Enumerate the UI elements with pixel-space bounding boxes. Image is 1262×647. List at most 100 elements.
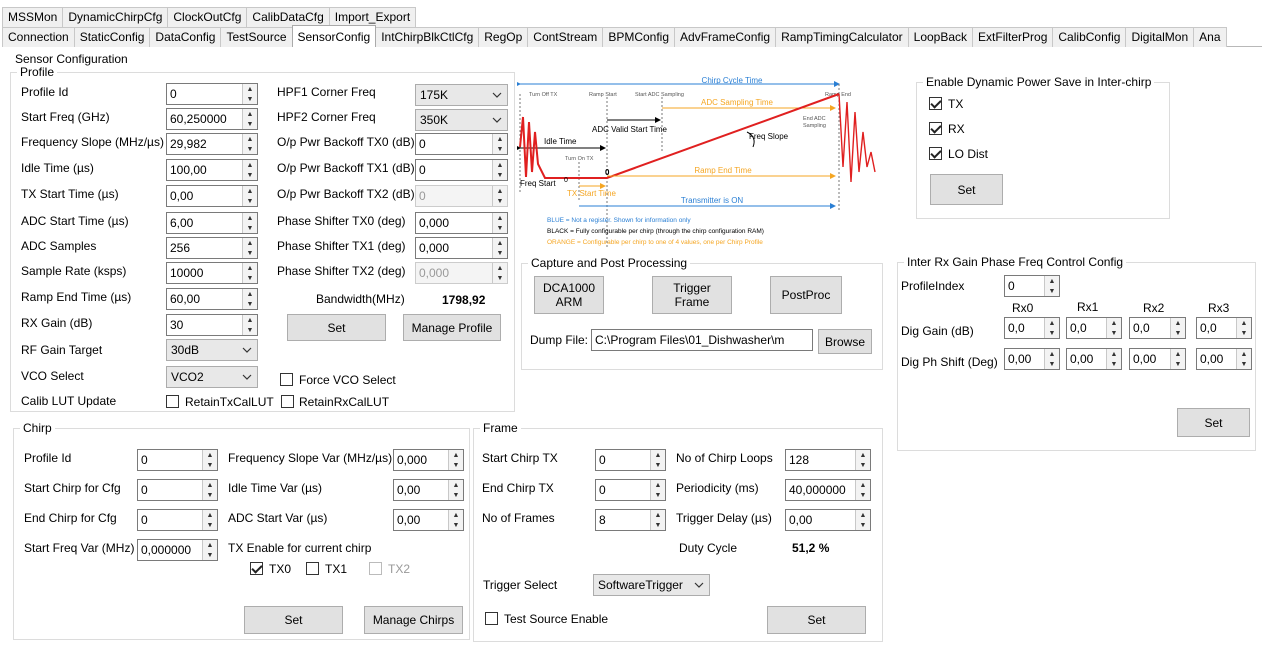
tx1-backoff-label: O/p Pwr Backoff TX1 (dB) bbox=[277, 161, 415, 175]
chirp-tx2-checkbox bbox=[369, 562, 382, 575]
dig-gain-rx3-spinner[interactable]: 0,0 ▲ ▼ bbox=[1196, 317, 1252, 339]
num-frames-spinner[interactable]: 8 ▲ ▼ bbox=[595, 509, 666, 531]
diagram-ramp-start: Ramp Start bbox=[589, 92, 617, 98]
profile-id-spinner[interactable]: 0 ▲ ▼ bbox=[166, 83, 258, 105]
retain-rx-checkbox[interactable] bbox=[281, 395, 294, 408]
adc-samples-spinner[interactable]: 256 ▲ ▼ bbox=[166, 237, 258, 259]
tab-staticconfig[interactable]: StaticConfig bbox=[73, 27, 151, 47]
tx-start-spinner[interactable]: 0,00 ▲ ▼ bbox=[166, 185, 258, 207]
start-freq-var-spinner[interactable]: 0,000000 ▲ ▼ bbox=[137, 539, 218, 561]
manage-chirps-button[interactable]: Manage Chirps bbox=[364, 606, 463, 634]
diagram-tx-start-time: TX Start Time bbox=[567, 189, 616, 198]
tx0-backoff-spinner[interactable]: 0 ▲ ▼ bbox=[415, 133, 508, 155]
postproc-button[interactable]: PostProc bbox=[770, 276, 842, 314]
trigger-frame-button[interactable]: Trigger Frame bbox=[652, 276, 732, 314]
tab-testsource[interactable]: TestSource bbox=[220, 27, 293, 47]
tab-advframeconfig[interactable]: AdvFrameConfig bbox=[674, 27, 777, 47]
slope-var-spinner[interactable]: 0,000 ▲ ▼ bbox=[393, 449, 464, 471]
dump-file-input[interactable]: C:\Program Files\01_Dishwasher\m bbox=[591, 329, 813, 351]
end-chirp-tx-spinner[interactable]: 0 ▲ ▼ bbox=[595, 479, 666, 501]
dig-ph-rx3-spinner[interactable]: 0,00 ▲ ▼ bbox=[1196, 348, 1252, 370]
tx1-backoff-spinner[interactable]: 0 ▲ ▼ bbox=[415, 159, 508, 181]
tab-extfilterprog[interactable]: ExtFilterProg bbox=[972, 27, 1054, 47]
diagram-start-adc: Start ADC Sampling bbox=[635, 92, 684, 98]
rf-gain-select[interactable]: 30dB bbox=[166, 339, 258, 361]
dig-ph-rx1-spinner[interactable]: 0,00 ▲ ▼ bbox=[1066, 348, 1122, 370]
start-chirp-tx-label: Start Chirp TX bbox=[482, 451, 558, 465]
tab-digitalmon[interactable]: DigitalMon bbox=[1125, 27, 1195, 47]
start-chirp-tx-spinner[interactable]: 0 ▲ ▼ bbox=[595, 449, 666, 471]
chirp-timing-diagram: Chirp Cycle Time Turn Off TX Ramp Start … bbox=[517, 76, 876, 247]
inter-rx-set-button[interactable]: Set bbox=[1177, 408, 1250, 437]
profile-set-button[interactable]: Set bbox=[287, 314, 386, 341]
start-freq-spinner[interactable]: 60,250000 ▲ ▼ bbox=[166, 108, 258, 130]
dca1000-arm-button[interactable]: DCA1000 ARM bbox=[534, 276, 604, 314]
power-save-rx-label: RX bbox=[948, 122, 965, 136]
dump-file-label: Dump File: bbox=[530, 333, 589, 347]
tab-bpmconfig[interactable]: BPMConfig bbox=[602, 27, 676, 47]
power-save-lo-checkbox[interactable] bbox=[929, 147, 942, 160]
tab-loopback[interactable]: LoopBack bbox=[907, 27, 974, 47]
trigger-delay-label: Trigger Delay (µs) bbox=[676, 511, 772, 525]
retain-tx-checkbox[interactable] bbox=[166, 395, 179, 408]
tab-intchirpblkctlcfg[interactable]: IntChirpBlkCtlCfg bbox=[375, 27, 480, 47]
frame-set-button[interactable]: Set bbox=[767, 606, 866, 634]
periodicity-spinner[interactable]: 40,000000 ▲ ▼ bbox=[785, 479, 871, 501]
tab-ana[interactable]: Ana bbox=[1193, 27, 1227, 47]
tab-import-export[interactable]: Import_Export bbox=[328, 7, 417, 27]
start-chirp-cfg-spinner[interactable]: 0 ▲ ▼ bbox=[137, 479, 218, 501]
tab-calibdatacfg[interactable]: CalibDataCfg bbox=[246, 7, 330, 27]
freq-slope-spinner[interactable]: 29,982 ▲ ▼ bbox=[166, 133, 258, 155]
dig-gain-rx2-spinner[interactable]: 0,0 ▲ ▼ bbox=[1129, 317, 1186, 339]
retain-rx-label: RetainRxCalLUT bbox=[299, 395, 390, 409]
power-save-rx-checkbox[interactable] bbox=[929, 122, 942, 135]
end-chirp-cfg-spinner[interactable]: 0 ▲ ▼ bbox=[137, 509, 218, 531]
dig-ph-rx0-spinner[interactable]: 0,00 ▲ ▼ bbox=[1004, 348, 1060, 370]
force-vco-checkbox[interactable] bbox=[280, 373, 293, 386]
ps-tx1-spinner[interactable]: 0,000 ▲ ▼ bbox=[415, 237, 508, 259]
tab-ramptimingcalculator[interactable]: RampTimingCalculator bbox=[775, 27, 909, 47]
power-save-set-button[interactable]: Set bbox=[930, 174, 1003, 205]
adc-start-label: ADC Start Time (µs) bbox=[21, 214, 129, 228]
ramp-end-spinner[interactable]: 60,00 ▲ ▼ bbox=[166, 288, 258, 310]
tab-connection[interactable]: Connection bbox=[2, 27, 75, 47]
tab-mssmon[interactable]: MSSMon bbox=[2, 7, 64, 27]
profile-index-spinner[interactable]: 0 ▲ ▼ bbox=[1004, 275, 1060, 297]
chirp-tx0-checkbox[interactable] bbox=[250, 562, 263, 575]
dig-gain-rx0-spinner[interactable]: 0,0 ▲ ▼ bbox=[1004, 317, 1060, 339]
chirp-tx2-label: TX2 bbox=[388, 562, 411, 576]
chirp-loops-spinner[interactable]: 128 ▲ ▼ bbox=[785, 449, 871, 471]
tab-dataconfig[interactable]: DataConfig bbox=[149, 27, 222, 47]
tab-clockoutcfg[interactable]: ClockOutCfg bbox=[167, 7, 248, 27]
idle-var-spinner[interactable]: 0,00 ▲ ▼ bbox=[393, 479, 464, 501]
tab-regop[interactable]: RegOp bbox=[478, 27, 529, 47]
adc-var-spinner[interactable]: 0,00 ▲ ▼ bbox=[393, 509, 464, 531]
rx-gain-spinner[interactable]: 30 ▲ ▼ bbox=[166, 314, 258, 336]
sample-rate-spinner[interactable]: 10000 ▲ ▼ bbox=[166, 262, 258, 284]
tab-calibconfig[interactable]: CalibConfig bbox=[1052, 27, 1127, 47]
diagram-zero-2: 0 bbox=[564, 177, 568, 184]
manage-profile-button[interactable]: Manage Profile bbox=[403, 314, 501, 341]
dig-gain-rx1-spinner[interactable]: 0,0 ▲ ▼ bbox=[1066, 317, 1122, 339]
trigger-select-label: Trigger Select bbox=[483, 578, 558, 592]
tab-sensorconfig[interactable]: SensorConfig bbox=[291, 25, 377, 47]
idle-time-spinner[interactable]: 100,00 ▲ ▼ bbox=[166, 159, 258, 181]
hpf2-select[interactable]: 350K bbox=[415, 109, 508, 131]
test-source-checkbox[interactable] bbox=[485, 612, 498, 625]
trigger-select[interactable]: SoftwareTrigger bbox=[593, 574, 710, 596]
browse-button[interactable]: Browse bbox=[818, 329, 872, 354]
power-save-tx-checkbox[interactable] bbox=[929, 97, 942, 110]
diagram-adc-sampling-time: ADC Sampling Time bbox=[701, 98, 774, 107]
vco-select[interactable]: VCO2 bbox=[166, 366, 258, 388]
tab-contstream[interactable]: ContStream bbox=[527, 27, 604, 47]
tab-dynamicchirpcfg[interactable]: DynamicChirpCfg bbox=[62, 7, 169, 27]
hpf1-select[interactable]: 175K bbox=[415, 84, 508, 106]
ps-tx0-spinner[interactable]: 0,000 ▲ ▼ bbox=[415, 212, 508, 234]
chirp-tx1-checkbox[interactable] bbox=[306, 562, 319, 575]
dig-ph-rx2-spinner[interactable]: 0,00 ▲ ▼ bbox=[1129, 348, 1186, 370]
chirp-profile-id-spinner[interactable]: 0 ▲ ▼ bbox=[137, 449, 218, 471]
inter-rx-title: Inter Rx Gain Phase Freq Control Config bbox=[904, 255, 1127, 269]
trigger-delay-spinner[interactable]: 0,00 ▲ ▼ bbox=[785, 509, 871, 531]
adc-start-spinner[interactable]: 6,00 ▲ ▼ bbox=[166, 212, 258, 234]
chirp-set-button[interactable]: Set bbox=[244, 606, 343, 634]
